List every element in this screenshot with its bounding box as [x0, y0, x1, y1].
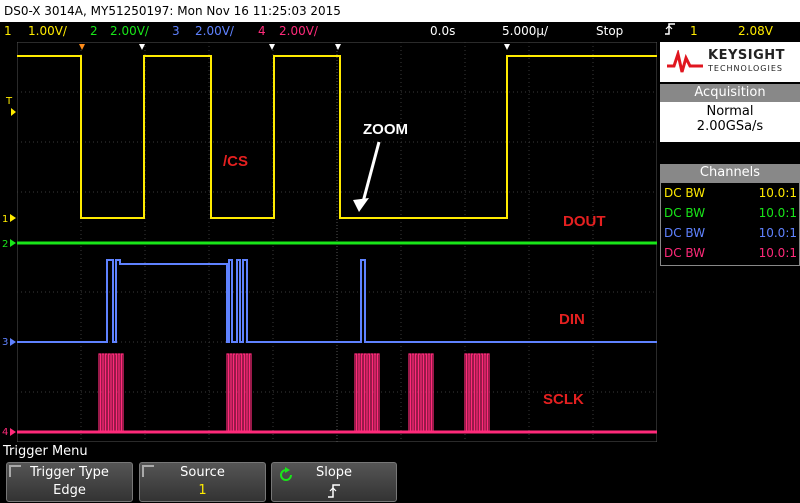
trigger-type-softkey[interactable]: Trigger Type Edge — [6, 462, 133, 502]
waveform-display[interactable]: /CS ZOOM DOUT DIN SCLK — [16, 41, 658, 443]
trigger-level[interactable]: 2.08V — [738, 22, 773, 40]
ch3-ground-marker[interactable]: 3 — [2, 337, 8, 348]
softkey-label: Trigger Type — [30, 465, 109, 480]
ch3-number[interactable]: 3 — [172, 22, 180, 40]
timebase-scale[interactable]: 5.000µ/ — [502, 22, 548, 40]
sample-rate: 2.00GSa/s — [696, 119, 764, 134]
acquisition-panel[interactable]: Normal 2.00GSa/s — [660, 102, 800, 142]
acquisition-header: Acquisition — [660, 84, 800, 102]
ch1-number[interactable]: 1 — [4, 22, 12, 40]
dout-annotation: DOUT — [563, 213, 606, 230]
brand-logo: KEYSIGHT TECHNOLOGIES — [660, 42, 800, 82]
ch2-number[interactable]: 2 — [90, 22, 98, 40]
ch4-scale[interactable]: 2.00V/ — [279, 22, 318, 40]
horizontal-delay[interactable]: 0.0s — [430, 22, 455, 40]
run-state[interactable]: Stop — [596, 22, 623, 40]
graticule: /CS ZOOM DOUT DIN SCLK — [16, 41, 658, 443]
channel-row: DC BW 10.0:1 — [664, 186, 797, 200]
brand-name: KEYSIGHT — [708, 48, 785, 63]
softkey-label: Source — [180, 465, 225, 480]
channel-row: DC BW 10.0:1 — [664, 206, 797, 220]
channels-panel[interactable]: DC BW 10.0:1 DC BW 10.0:1 DC BW 10.0:1 DC B… — [660, 182, 800, 266]
channels-header: Channels — [660, 164, 800, 182]
keysight-wave-icon — [667, 50, 703, 73]
trigger-level-marker[interactable]: T — [5, 96, 13, 107]
trigger-source[interactable]: 1 — [690, 22, 698, 40]
channel-row: DC BW 10.0:1 — [664, 246, 797, 260]
softkey-label: Slope — [315, 465, 353, 480]
rising-edge-icon — [272, 483, 396, 503]
ch3-scale[interactable]: 2.00V/ — [195, 22, 234, 40]
zoom-annotation: ZOOM — [363, 121, 408, 138]
ch2-scale[interactable]: 2.00V/ — [110, 22, 149, 40]
ch1-ground-marker[interactable]: 1 — [2, 214, 8, 225]
status-bar: 1 1.00V/ 2 2.00V/ 3 2.00V/ 4 2.00V/ 0.0s… — [0, 22, 800, 40]
ch4-number[interactable]: 4 — [258, 22, 266, 40]
din-annotation: DIN — [559, 311, 585, 328]
channel-row: DC BW 10.0:1 — [664, 226, 797, 240]
brand-subtitle: TECHNOLOGIES — [708, 64, 783, 73]
ch4-ground-marker[interactable]: 4 — [2, 427, 8, 438]
ground-markers: T 1 2 3 4 — [2, 96, 16, 438]
ch1-scale[interactable]: 1.00V/ — [28, 22, 67, 40]
menu-title: Trigger Menu — [3, 444, 88, 459]
rising-edge-icon — [664, 22, 676, 41]
window-title: DS0-X 3014A, MY51250197: Mon Nov 16 11:2… — [0, 0, 800, 22]
side-panel: KEYSIGHT TECHNOLOGIES Acquisition Normal… — [660, 42, 800, 442]
source-softkey[interactable]: Source 1 — [139, 462, 266, 502]
softkey-value: Edge — [53, 483, 86, 498]
acquisition-mode: Normal — [706, 104, 754, 119]
slope-softkey[interactable]: Slope — [271, 462, 397, 502]
ch2-ground-marker[interactable]: 2 — [2, 239, 8, 250]
softkey-value: 1 — [198, 483, 207, 498]
cs-annotation: /CS — [223, 153, 248, 170]
sclk-annotation: SCLK — [543, 391, 584, 408]
